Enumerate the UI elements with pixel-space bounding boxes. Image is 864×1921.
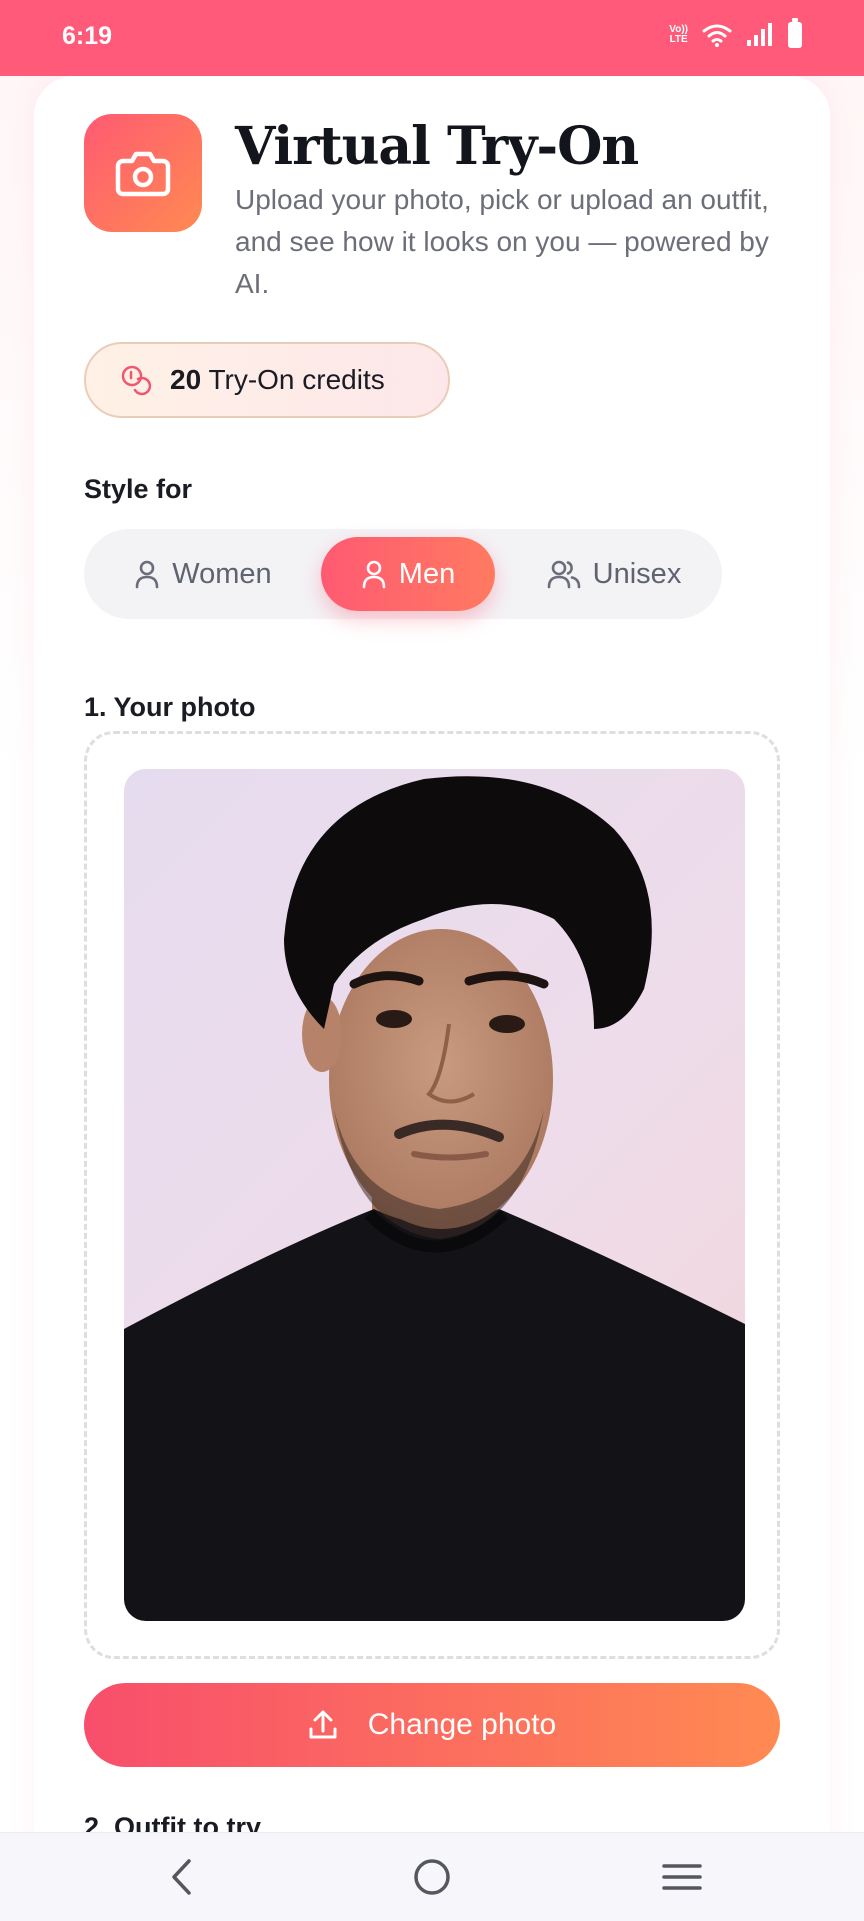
style-option-label: Men — [398, 557, 456, 590]
main-content[interactable]: Virtual Try-On Upload your photo, pick o… — [0, 76, 864, 1832]
home-icon[interactable] — [402, 1853, 462, 1901]
style-section-label: Style for — [84, 474, 193, 504]
style-selector: Women Men Unisex — [84, 529, 722, 619]
status-icons: Vo)) LTE — [669, 18, 802, 48]
style-option-label: Unisex — [592, 557, 682, 590]
change-photo-label: Change photo — [367, 1708, 557, 1741]
status-time: 6:19 — [62, 22, 113, 50]
credits-text: 20 Try-On credits — [170, 364, 385, 396]
coins-icon — [121, 365, 152, 396]
person-icon — [362, 560, 386, 589]
user-photo — [124, 769, 745, 1621]
menu-icon[interactable] — [652, 1853, 712, 1901]
signal-icon — [747, 23, 772, 46]
credits-badge[interactable]: 20 Try-On credits — [84, 342, 450, 418]
style-option-label: Women — [172, 557, 272, 590]
upload-icon — [309, 1710, 337, 1739]
wifi-icon — [702, 24, 732, 47]
back-icon[interactable] — [152, 1853, 212, 1901]
credits-label: Try-On credits — [208, 364, 385, 395]
photo-section-label: 1. Your photo — [84, 692, 256, 722]
change-photo-button[interactable]: Change photo — [84, 1683, 780, 1767]
outfit-section-label: 2. Outfit to try — [84, 1812, 261, 1832]
style-option-unisex[interactable]: Unisex — [524, 537, 704, 611]
page-subtitle: Upload your photo, pick or upload an out… — [235, 184, 769, 299]
photo-upload-zone[interactable] — [84, 731, 780, 1659]
style-option-women[interactable]: Women — [118, 537, 288, 611]
volte-icon: Vo)) LTE — [669, 24, 688, 45]
camera-icon — [84, 114, 202, 232]
credits-count: 20 — [170, 364, 202, 395]
battery-icon — [788, 18, 802, 48]
style-option-men[interactable]: Men — [321, 537, 495, 611]
system-nav-bar — [0, 1832, 864, 1921]
people-icon — [547, 560, 580, 589]
person-icon — [135, 560, 159, 589]
page-title: Virtual Try-On — [235, 116, 639, 177]
status-bar: 6:19 Vo)) LTE — [0, 0, 864, 76]
